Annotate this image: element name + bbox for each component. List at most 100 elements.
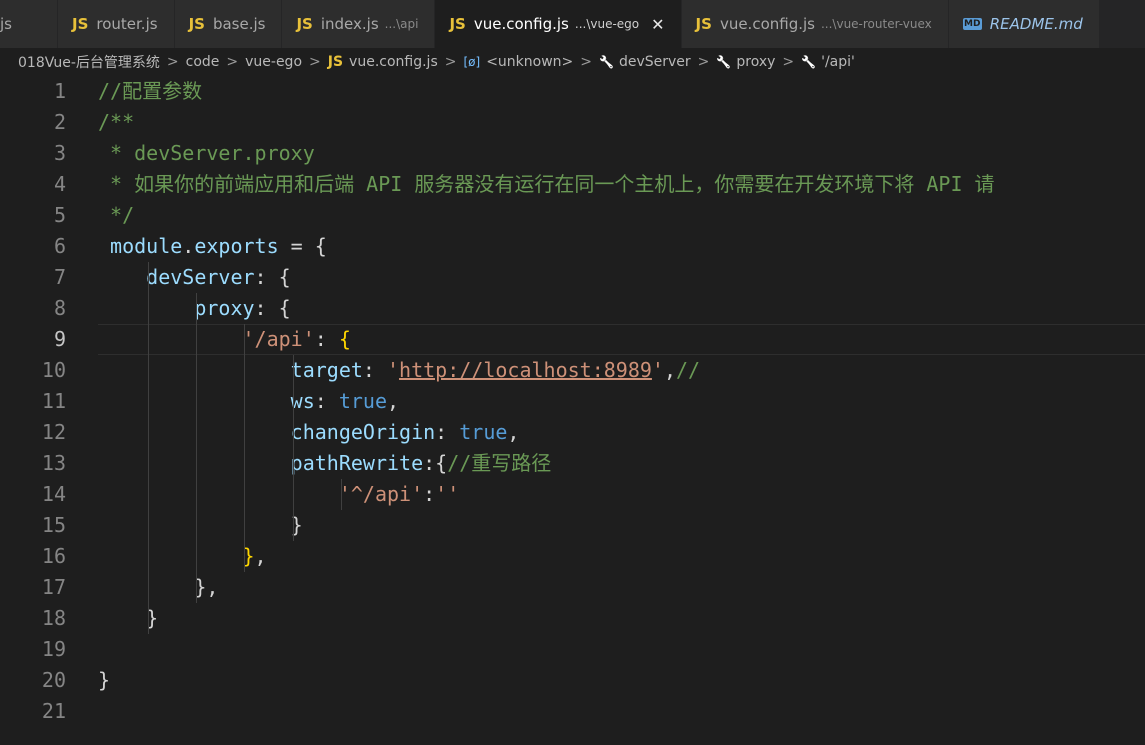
code-line[interactable]: /** [98,107,134,138]
code-token: * 如果你的前端应用和后端 API 服务器没有运行在同一个主机上，你需要在开发环… [98,172,995,196]
editor-tab[interactable]: JS vue.config.js ...\vue-router-vuex [681,0,949,48]
code-token: :{ [423,451,448,475]
property-wrench-icon: 🔧 [599,55,614,69]
indent-guide [244,324,246,572]
code-line[interactable]: target: 'http://localhost:8989',// [98,355,700,386]
code-line[interactable]: */ [98,200,134,231]
line-number: 14 [41,482,66,506]
code-token: : [423,482,436,506]
line-number: 6 [53,234,66,258]
code-line[interactable]: * devServer.proxy [98,138,315,169]
breadcrumb-item[interactable]: 🔧 '/api' [801,54,855,70]
editor-tab[interactable]: JS index.js ...\api [282,0,436,48]
code-token: */ [98,203,135,227]
tab-label: router.js [96,15,158,33]
code-token: proxy [194,296,255,320]
code-token: , [387,389,400,413]
code-line[interactable]: } [98,603,158,634]
code-token: pathRewrite [290,451,424,475]
code-line[interactable]: module.exports = { [98,231,327,262]
breadcrumb-item[interactable]: vue-ego [245,54,302,70]
line-number: 11 [41,389,66,413]
breadcrumb-label: '/api' [821,54,855,70]
breadcrumb-item[interactable]: 🔧 devServer [599,54,691,70]
tab-label: vue.config.js [719,15,815,33]
js-file-icon: JS [695,15,712,33]
code-line[interactable]: proxy: { [98,293,290,324]
code-token: target [290,358,363,382]
indent-guide [340,479,342,510]
code-line[interactable]: //配置参数 [98,76,202,107]
code-token: /** [98,110,135,134]
js-file-icon: JS [296,15,313,33]
code-line[interactable]: '^/api':'' [98,479,459,510]
code-token: changeOrigin [290,420,436,444]
code-token: }, [98,575,219,599]
code-line[interactable]: } [98,510,303,541]
code-line[interactable]: }, [98,541,267,572]
indent-guide [148,262,150,634]
editor-tab[interactable]: js [0,0,58,48]
tab-label: index.js [320,15,379,33]
code-token: // [676,358,701,382]
code-editor[interactable]: 1 //配置参数 2 /** 3 * devServer.proxy 4 * 如果你的前端… [0,76,1145,745]
code-token: http://localhost:8989 [399,358,652,382]
variable-symbol-icon: [ø] [463,55,481,69]
breadcrumb-separator: > [226,54,239,70]
code-token: module [98,234,183,258]
line-number: 4 [53,172,66,196]
code-line[interactable]: }, [98,572,218,603]
close-icon[interactable]: ✕ [651,15,664,34]
js-file-icon: JS [188,15,205,33]
breadcrumb-item[interactable]: 🔧 proxy [716,54,775,70]
breadcrumb-separator: > [444,54,457,70]
breadcrumb-label: devServer [618,54,691,70]
code-token: ' [651,358,664,382]
breadcrumb-item[interactable]: JS vue.config.js [328,54,438,70]
line-number: 13 [41,451,66,475]
line-number: 21 [41,699,66,723]
code-token: : [435,420,460,444]
editor-tab[interactable]: MD README.md [948,0,1100,48]
line-number: 15 [41,513,66,537]
code-token: } [98,606,159,630]
code-line[interactable]: } [98,665,110,696]
breadcrumb-item[interactable]: code [186,54,220,70]
code-line[interactable]: * 如果你的前端应用和后端 API 服务器没有运行在同一个主机上，你需要在开发环… [98,169,995,200]
code-line[interactable]: changeOrigin: true, [98,417,520,448]
code-line[interactable]: pathRewrite:{//重写路径 [98,448,552,479]
breadcrumb-item[interactable]: 018Vue-后台管理系统 [18,52,160,72]
editor-tab[interactable]: JS vue.config.js ...\vue-ego ✕ [435,0,682,48]
code-token: { [338,327,351,351]
breadcrumb-separator: > [309,54,321,70]
line-number: 8 [53,296,66,320]
line-number: 19 [41,637,66,661]
editor-tab-bar: js JS router.js JS base.js JS index.js ...\api J… [0,0,1145,48]
code-line[interactable]: devServer: { [98,262,291,293]
breadcrumb-label: 018Vue-后台管理系统 [18,55,160,71]
code-line[interactable]: '/api': { [98,324,351,355]
tab-description: ...\vue-ego [574,17,640,31]
breadcrumb-item[interactable]: [ø] <unknown> [463,54,573,70]
breadcrumb-separator: > [580,54,593,70]
line-number: 5 [53,203,66,227]
editor-tab[interactable]: JS base.js [174,0,283,48]
code-line[interactable]: ws: true, [98,386,399,417]
code-token: : [314,327,339,351]
code-token: : [314,389,339,413]
code-token: * devServer.proxy [98,141,315,165]
tab-label: README.md [989,15,1083,33]
code-token: = { [278,234,327,258]
code-token: //重写路径 [447,451,552,475]
line-number: 12 [41,420,66,444]
editor-tab[interactable]: JS router.js [58,0,175,48]
line-number: 20 [41,668,66,692]
code-token: , [663,358,677,382]
